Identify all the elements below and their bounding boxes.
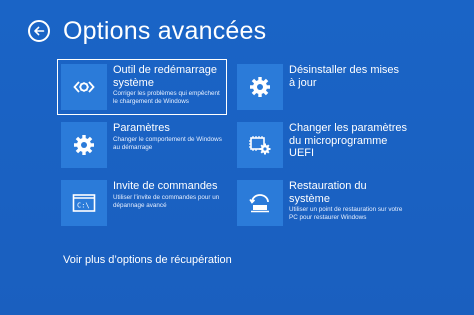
more-recovery-options-link[interactable]: Voir plus d’options de récupération <box>63 254 232 266</box>
tile-title: Restauration du système <box>289 180 367 205</box>
tile-settings[interactable]: Paramètres Changer le comportement de Wi… <box>61 122 226 170</box>
tile-startup-repair[interactable]: Outil de redémarrage système Corriger le… <box>57 59 227 115</box>
startup-repair-icon <box>73 81 95 93</box>
tile-title: Désinstaller des mises à jour <box>289 64 400 89</box>
tile-uninstall-updates[interactable]: Désinstaller des mises à jour <box>237 64 407 112</box>
back-button[interactable] <box>28 20 50 42</box>
system-restore-icon <box>249 194 269 213</box>
tile-description: Utiliser l'invite de commandes pour un d… <box>113 193 220 209</box>
tile-description: Corriger les problèmes qui empêchent le … <box>113 90 220 105</box>
tile-uefi-settings[interactable]: Changer les paramètres du microprogramme… <box>237 122 407 176</box>
tile-title: Paramètres <box>113 122 170 134</box>
tile-system-restore[interactable]: Restauration du système Utiliser un poin… <box>237 180 407 230</box>
advanced-options-screen: Options avancées Outil de redémarrage sy… <box>0 0 474 315</box>
gear-icon <box>250 77 270 97</box>
tile-description: Utiliser un point de restauration sur vo… <box>289 206 403 221</box>
uefi-chip-gear-icon <box>249 136 271 155</box>
tile-description: Changer le comportement de Windows au dé… <box>113 135 222 151</box>
command-prompt-icon: C:\ <box>72 194 96 212</box>
tile-title: Changer les paramètres du microprogramme… <box>289 122 408 159</box>
svg-text:C:\: C:\ <box>77 202 90 210</box>
arrow-left-icon <box>34 26 45 36</box>
tile-command-prompt[interactable]: C:\ Invite de commandes Utiliser l'invit… <box>61 180 226 228</box>
gear-icon <box>74 135 94 155</box>
tile-title: Invite de commandes <box>113 180 218 192</box>
tile-title: Outil de redémarrage système <box>113 64 217 89</box>
page-title: Options avancées <box>63 17 267 45</box>
